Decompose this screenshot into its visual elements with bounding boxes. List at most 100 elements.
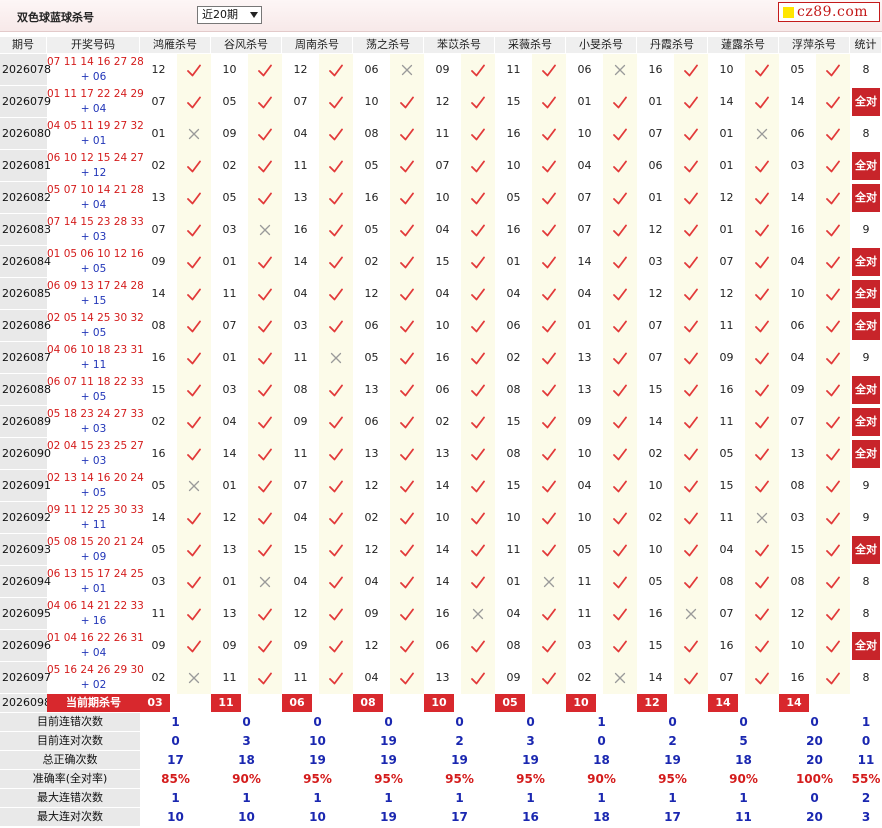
check-icon: [745, 182, 779, 214]
kill-number: 16: [648, 63, 663, 76]
summary-value: 1: [313, 791, 322, 805]
kill-number: 15: [506, 95, 521, 108]
red-balls: 04 06 10 18 23 31: [47, 344, 144, 356]
blue-ball: + 05: [80, 487, 107, 499]
check-icon: [745, 630, 779, 662]
check-icon: [603, 566, 637, 598]
issue-number: 2026086: [0, 310, 51, 341]
check-icon: [674, 342, 708, 374]
check-icon: [461, 438, 495, 470]
period-select[interactable]: 近20期: [197, 6, 262, 24]
kill-number: 13: [222, 543, 237, 556]
summary-value: 2: [668, 734, 677, 748]
check-icon: [461, 566, 495, 598]
check-icon: [674, 246, 708, 278]
check-icon: [674, 406, 708, 438]
check-icon: [319, 310, 353, 342]
blue-ball: + 12: [80, 167, 107, 179]
cross-icon: [603, 54, 637, 86]
check-icon: [461, 118, 495, 150]
summary-value: 18: [238, 753, 255, 767]
check-icon: [461, 502, 495, 534]
check-icon: [319, 86, 353, 118]
stat-all-correct-badge: 全对: [852, 152, 880, 180]
check-icon: [745, 406, 779, 438]
kill-number: 16: [719, 383, 734, 396]
check-icon: [745, 598, 779, 630]
check-icon: [177, 86, 211, 118]
check-icon: [532, 182, 566, 214]
kill-number: 05: [222, 191, 237, 204]
kill-number: 03: [151, 575, 166, 588]
red-balls: 06 10 12 15 24 27: [47, 152, 144, 164]
check-icon: [532, 118, 566, 150]
check-icon: [177, 278, 211, 310]
kill-number: 10: [222, 63, 237, 76]
kill-number: 01: [719, 223, 734, 236]
kill-number: 10: [790, 639, 805, 652]
check-icon: [816, 406, 850, 438]
summary-value: 18: [593, 753, 610, 767]
kill-number: 11: [293, 351, 308, 364]
summary-value: 0: [810, 791, 819, 805]
check-icon: [816, 246, 850, 278]
stat-count: 8: [862, 63, 870, 76]
check-icon: [674, 86, 708, 118]
kill-number: 06: [364, 415, 379, 428]
check-icon: [177, 406, 211, 438]
check-icon: [319, 182, 353, 214]
check-icon: [461, 630, 495, 662]
winning-numbers: 06 09 13 17 24 28 + 15: [47, 278, 144, 310]
cross-icon: [745, 502, 779, 534]
issue-number: 2026087: [0, 342, 51, 373]
kill-number: 10: [435, 191, 450, 204]
check-icon: [177, 182, 211, 214]
kill-number: 08: [293, 383, 308, 396]
issue-number: 2026091: [0, 470, 51, 501]
check-icon: [816, 470, 850, 502]
check-icon: [532, 278, 566, 310]
check-icon: [390, 662, 424, 694]
check-icon: [461, 470, 495, 502]
kill-number: 08: [719, 575, 734, 588]
check-icon: [674, 182, 708, 214]
kill-number: 07: [648, 319, 663, 332]
summary-value: 19: [522, 753, 539, 767]
issue-number: 2026095: [0, 598, 51, 629]
check-icon: [816, 662, 850, 694]
kill-number: 04: [790, 351, 805, 364]
check-icon: [390, 214, 424, 246]
kill-number: 13: [435, 447, 450, 460]
winning-numbers: 06 10 12 15 24 27 + 12: [47, 150, 144, 182]
cross-icon: [319, 342, 353, 374]
kill-number: 11: [222, 287, 237, 300]
check-icon: [177, 438, 211, 470]
kill-number: 12: [293, 63, 308, 76]
stat-count: 9: [862, 479, 870, 492]
kill-number: 09: [293, 639, 308, 652]
winning-numbers: 07 14 15 23 28 33 + 03: [47, 214, 144, 246]
check-icon: [319, 54, 353, 86]
site-logo[interactable]: cz89.com: [778, 2, 880, 22]
kill-number: 15: [151, 383, 166, 396]
blue-ball: + 05: [80, 327, 107, 339]
kill-number: 13: [293, 191, 308, 204]
summary-value: 90%: [232, 772, 261, 786]
check-icon: [603, 406, 637, 438]
check-icon: [745, 470, 779, 502]
kill-number: 05: [364, 159, 379, 172]
kill-number: 01: [719, 159, 734, 172]
blue-ball: + 02: [80, 679, 107, 691]
kill-number: 06: [435, 639, 450, 652]
check-icon: [319, 630, 353, 662]
kill-number: 05: [577, 543, 592, 556]
kill-number: 04: [222, 415, 237, 428]
kill-number: 12: [648, 287, 663, 300]
check-icon: [248, 534, 282, 566]
check-icon: [248, 182, 282, 214]
summary-value: 19: [380, 810, 397, 824]
check-icon: [532, 214, 566, 246]
check-icon: [816, 566, 850, 598]
stat-all-correct-badge: 全对: [852, 536, 880, 564]
kill-number: 05: [506, 191, 521, 204]
